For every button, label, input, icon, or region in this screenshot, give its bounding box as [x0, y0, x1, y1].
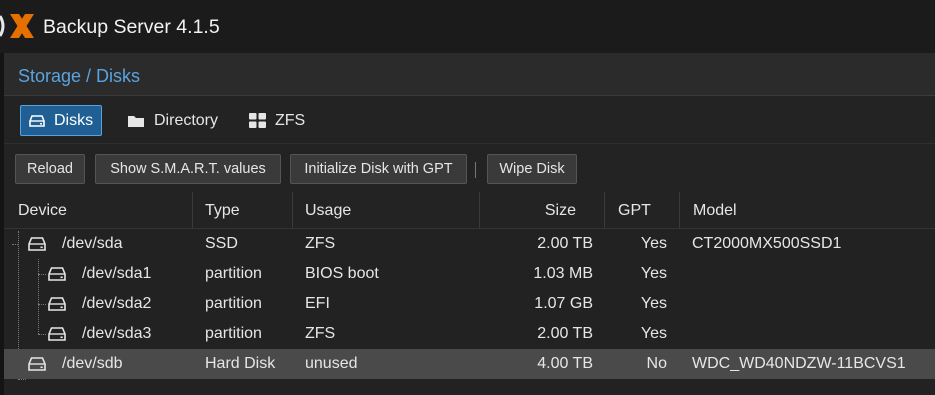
device-usage: ZFS — [305, 325, 336, 342]
tab-zfs[interactable]: ZFS — [240, 105, 314, 136]
table-row[interactable]: /dev/sda SSD ZFS 2.00 TB Yes CT2000MX500… — [4, 229, 935, 259]
device-type: partition — [205, 265, 262, 282]
device-usage: EFI — [305, 295, 330, 312]
column-header-device[interactable]: Device — [4, 192, 193, 229]
row-drive-icon — [48, 289, 72, 319]
wipe-disk-button[interactable]: Wipe Disk — [487, 154, 577, 184]
row-drive-icon — [28, 229, 52, 259]
device-size: 2.00 TB — [537, 325, 593, 342]
drive-icon — [48, 297, 66, 311]
show-smart-values-button[interactable]: Show S.M.A.R.T. values — [95, 154, 281, 184]
drive-icon — [48, 267, 66, 281]
device-usage: ZFS — [305, 235, 336, 252]
device-size: 2.00 TB — [537, 235, 593, 252]
table-row[interactable]: /dev/sda2 partition EFI 1.07 GB Yes — [4, 289, 935, 319]
folder-icon — [128, 115, 144, 127]
toolbar: Reload Show S.M.A.R.T. values Initialize… — [4, 143, 935, 191]
device-type: partition — [205, 325, 262, 342]
device-usage: unused — [305, 355, 358, 372]
device-gpt: Yes — [640, 325, 667, 342]
breadcrumb[interactable]: Storage / Disks — [18, 66, 140, 87]
device-size: 1.07 GB — [534, 295, 593, 312]
device-size: 1.03 MB — [533, 265, 593, 282]
device-gpt: Yes — [640, 295, 667, 312]
device-type: partition — [205, 295, 262, 312]
app-title: Backup Server 4.1.5 — [43, 16, 220, 38]
device-gpt: No — [646, 355, 667, 372]
device-model: CT2000MX500SSD1 — [692, 235, 842, 252]
drive-icon — [48, 327, 66, 341]
tree-line — [18, 379, 26, 380]
reload-button[interactable]: Reload — [15, 154, 85, 184]
panel-header: Storage / Disks — [4, 53, 935, 96]
row-drive-icon — [48, 319, 72, 349]
column-header-usage[interactable]: Usage — [293, 192, 480, 229]
device-size: 4.00 TB — [537, 355, 593, 372]
toolbar-separator — [475, 162, 476, 178]
device-name: /dev/sda — [62, 235, 123, 252]
initialize-disk-gpt-button[interactable]: Initialize Disk with GPT — [290, 154, 467, 184]
device-name: /dev/sdb — [62, 355, 123, 372]
table-row-selected[interactable]: /dev/sdb Hard Disk unused 4.00 TB No WDC… — [4, 349, 935, 379]
drive-icon — [28, 237, 46, 251]
tab-disks[interactable]: Disks — [20, 105, 103, 136]
tab-disks-label: Disks — [54, 111, 94, 129]
device-usage: BIOS boot — [305, 265, 379, 282]
device-type: SSD — [205, 235, 238, 252]
table-row[interactable]: /dev/sda1 partition BIOS boot 1.03 MB Ye… — [4, 259, 935, 289]
row-drive-icon — [48, 259, 72, 289]
column-header-model[interactable]: Model — [680, 192, 935, 229]
column-header-size[interactable]: Size — [480, 192, 605, 229]
proxmox-logo-icon — [0, 14, 34, 38]
device-type: Hard Disk — [205, 355, 276, 372]
table-row[interactable]: /dev/sda3 partition ZFS 2.00 TB Yes — [4, 319, 935, 349]
column-header-type[interactable]: Type — [193, 192, 293, 229]
top-bar: Backup Server 4.1.5 — [0, 0, 935, 53]
tab-directory[interactable]: Directory — [118, 105, 227, 136]
tab-bar: Disks Directory ZFS — [4, 97, 935, 143]
content-panel: Storage / Disks Disks Directory ZFS Relo… — [4, 53, 935, 395]
column-header-gpt[interactable]: GPT — [605, 192, 680, 229]
device-name: /dev/sda3 — [82, 325, 152, 342]
device-gpt: Yes — [640, 265, 667, 282]
grid-icon — [249, 113, 266, 128]
tab-directory-label: Directory — [154, 111, 219, 129]
row-drive-icon — [28, 349, 52, 379]
device-gpt: Yes — [640, 235, 667, 252]
drive-icon — [29, 114, 45, 127]
device-model: WDC_WD40NDZW-11BCVS1 — [692, 355, 906, 372]
device-name: /dev/sda1 — [82, 265, 152, 282]
tab-zfs-label: ZFS — [275, 111, 306, 129]
grid-header: Device Type Usage Size GPT Model — [4, 192, 935, 229]
device-name: /dev/sda2 — [82, 295, 152, 312]
drive-icon — [28, 357, 46, 371]
